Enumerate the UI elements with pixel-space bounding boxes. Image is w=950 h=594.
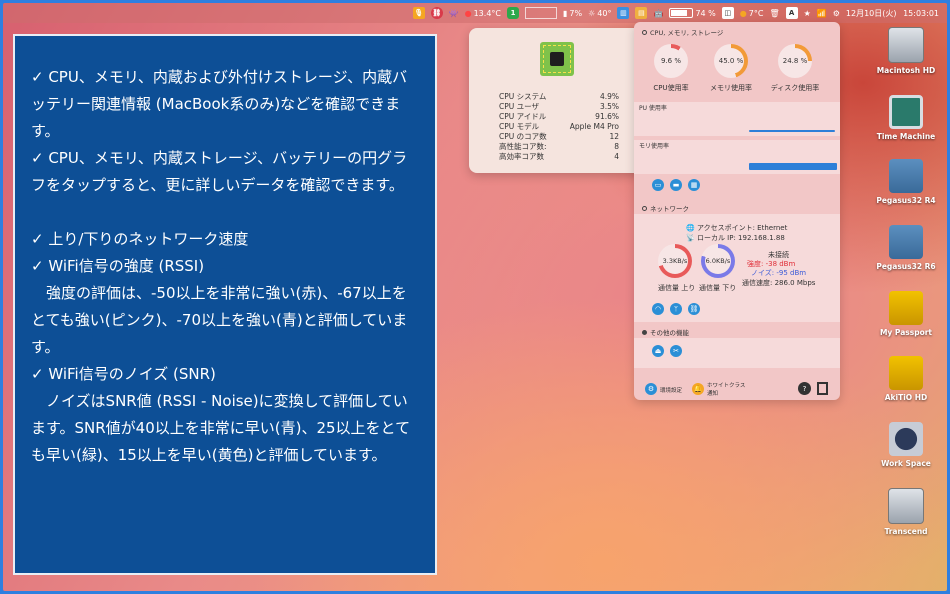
wifi-icon[interactable]: ◠ bbox=[652, 303, 664, 315]
desc-p3: ✓ 上り/下りのネットワーク速度 bbox=[31, 230, 249, 248]
alien-icon[interactable]: 👾 bbox=[449, 9, 459, 18]
spec-row: 高性能コア数: 8 bbox=[499, 142, 619, 151]
count-badge[interactable]: 1 bbox=[507, 7, 519, 19]
cpu-graph-icon[interactable] bbox=[525, 7, 557, 19]
menu-bar: 🎙 ⛓ 👾 ● 13.4°C 1 ▮ 7% ☼ 40° ▥ ▤ 🤖 74 % ◫ ● 7… bbox=[3, 3, 947, 23]
cpu-temp[interactable]: ☼ 40° bbox=[588, 9, 611, 18]
input-source-icon[interactable]: A bbox=[785, 7, 798, 19]
upload-gauge[interactable]: 3.3KB/s bbox=[658, 244, 692, 278]
access-point: 🌐 アクセスポイント: Ethernet bbox=[686, 224, 788, 232]
cpu-gauge-label: CPU使用率 bbox=[653, 84, 689, 92]
cpu-gauge[interactable]: 9.6 % bbox=[654, 44, 688, 78]
section-header-network: ネットワーク bbox=[642, 203, 689, 213]
desc-p2: ✓ CPU、メモリ、内蔵ストレージ、バッテリーの円グラフをタップすると、更に詳し… bbox=[31, 149, 408, 194]
desktop: 🎙 ⛓ 👾 ● 13.4°C 1 ▮ 7% ☼ 40° ▥ ▤ 🤖 74 % ◫ ● 7… bbox=[3, 3, 947, 591]
link-speed: 通信速度: 286.0 Mbps bbox=[742, 279, 816, 287]
spec-row: CPU アイドル 91.6% bbox=[499, 112, 619, 121]
desc-p1: ✓ CPU、メモリ、内蔵および外付けストレージ、内蔵バッテリー関連情報 (Mac… bbox=[31, 68, 408, 140]
upload-label: 通信量 上り bbox=[658, 284, 696, 292]
antenna-icon[interactable]: ᛘ bbox=[670, 303, 682, 315]
noise-value: ノイズ: -95 dBm bbox=[751, 269, 807, 277]
control-center-icon[interactable]: ⚙ bbox=[833, 9, 840, 18]
shield-icon bbox=[889, 422, 923, 456]
description-panel: ✓ CPU、メモリ、内蔵および外付けストレージ、内蔵バッテリー関連情報 (Mac… bbox=[13, 34, 437, 575]
link-icon[interactable]: ⛓ bbox=[688, 303, 700, 315]
time-machine-icon bbox=[889, 95, 923, 129]
wifi-icon[interactable]: 📶 bbox=[817, 9, 827, 18]
mic-icon[interactable]: 🎙 bbox=[412, 7, 425, 19]
download-label: 通信量 下り bbox=[699, 284, 737, 292]
desktop-icon-akitio-hd[interactable]: AkiTiO HD bbox=[871, 356, 941, 402]
disk-gauge-label: ディスク使用率 bbox=[770, 84, 820, 92]
desc-p6: ✓ WiFi信号のノイズ (SNR) bbox=[31, 365, 216, 383]
desktop-icon-time-machine[interactable]: Time Machine bbox=[871, 95, 941, 141]
cpu-history-line bbox=[749, 130, 835, 132]
link-icon[interactable]: ⛓ bbox=[430, 7, 443, 19]
settings-icon[interactable]: ⚙ bbox=[645, 383, 657, 395]
drive-icon bbox=[889, 159, 923, 193]
spec-row: CPU モデル Apple M4 Pro bbox=[499, 122, 619, 131]
window-icon[interactable]: ◫ bbox=[721, 7, 734, 19]
notify-label[interactable]: ホワイトクラス 通知 bbox=[707, 381, 745, 397]
eject-icon[interactable]: ⏏ bbox=[652, 345, 664, 357]
desc-p5: 強度の評価は、-50以上を非常に強い(赤)、-67以上をとても強い(ピンク)、-… bbox=[31, 284, 408, 356]
cpu-percent[interactable]: ▮ 7% bbox=[563, 9, 582, 18]
bell-icon[interactable]: 🔔 bbox=[692, 383, 704, 395]
temperature-item[interactable]: ● 13.4°C bbox=[465, 9, 501, 18]
display-icon[interactable]: ▭ bbox=[652, 179, 664, 191]
memory-history-label: モリ使用率 bbox=[639, 143, 670, 150]
spec-row: CPU のコア数 12 bbox=[499, 132, 619, 141]
memory-gauge[interactable]: 45.0 % bbox=[714, 44, 748, 78]
desktop-icon-transcend[interactable]: Transcend bbox=[871, 488, 941, 536]
drive-icon bbox=[889, 291, 923, 325]
section-header-resources: CPU, メモリ, ストレージ bbox=[642, 27, 723, 37]
desktop-icon-macintosh-hd[interactable]: Macintosh HD bbox=[871, 27, 941, 75]
other-band bbox=[634, 338, 840, 368]
drive-icon bbox=[889, 356, 923, 390]
desc-p4: ✓ WiFi信号の強度 (RSSI) bbox=[31, 257, 205, 275]
drive-icon[interactable]: ▬ bbox=[670, 179, 682, 191]
drive-icon bbox=[889, 225, 923, 259]
battery-item[interactable]: 74 % bbox=[669, 8, 716, 18]
desc-p7: ノイズはSNR値 (RSSI - Noise)に変換して評価しています。SNR値… bbox=[31, 392, 411, 464]
cpu-spec-list: CPU システム 4.9% CPU ユーザ 3.5% CPU アイドル 91.6% C… bbox=[499, 92, 619, 162]
folder-icon[interactable]: ▤ bbox=[635, 7, 648, 19]
spec-row: 高効率コア数 4 bbox=[499, 152, 619, 161]
grid-icon[interactable]: ▦ bbox=[688, 179, 700, 191]
clock[interactable]: 12月10日(火) 15:03:01 bbox=[846, 8, 939, 19]
cpu-detail-popover: CPU システム 4.9% CPU ユーザ 3.5% CPU アイドル 91.6% C… bbox=[469, 28, 653, 173]
desktop-icon-pegasus-r6[interactable]: Pegasus32 R6 bbox=[871, 225, 941, 271]
chip-icon bbox=[540, 42, 574, 76]
exit-icon[interactable] bbox=[817, 382, 828, 395]
desktop-icon-work-space[interactable]: Work Space bbox=[871, 422, 941, 468]
tools-icon[interactable]: ✂ bbox=[670, 345, 682, 357]
system-monitor-widget: CPU, メモリ, ストレージ 9.6 % CPU使用率 45.0 % メモリ使… bbox=[634, 22, 840, 400]
weather-item[interactable]: ● 7°C bbox=[740, 9, 764, 18]
section-header-other: その他の機能 bbox=[642, 327, 689, 337]
trash-icon[interactable]: 🗑 bbox=[769, 9, 779, 18]
desktop-icon-my-passport[interactable]: My Passport bbox=[871, 291, 941, 337]
local-ip: 📡 ローカル IP: 192.168.1.88 bbox=[686, 234, 785, 242]
hard-drive-icon bbox=[888, 27, 924, 63]
robot-icon[interactable]: 🤖 bbox=[653, 9, 663, 18]
settings-label[interactable]: 環境設定 bbox=[660, 386, 682, 394]
chart-icon[interactable]: ▥ bbox=[617, 7, 630, 19]
cpu-history-label: PU 使用率 bbox=[639, 105, 667, 112]
memory-history-bar bbox=[749, 163, 837, 170]
drive-icon bbox=[888, 488, 924, 524]
disk-gauge[interactable]: 24.8 % bbox=[778, 44, 812, 78]
star-icon[interactable]: ★ bbox=[804, 9, 811, 18]
spec-row: CPU ユーザ 3.5% bbox=[499, 102, 619, 111]
spec-row: CPU システム 4.9% bbox=[499, 92, 619, 101]
memory-gauge-label: メモリ使用率 bbox=[710, 84, 752, 92]
download-gauge[interactable]: 6.0KB/s bbox=[701, 244, 735, 278]
desktop-icon-pegasus-r4[interactable]: Pegasus32 R4 bbox=[871, 159, 941, 205]
help-button[interactable]: ? bbox=[798, 382, 811, 395]
